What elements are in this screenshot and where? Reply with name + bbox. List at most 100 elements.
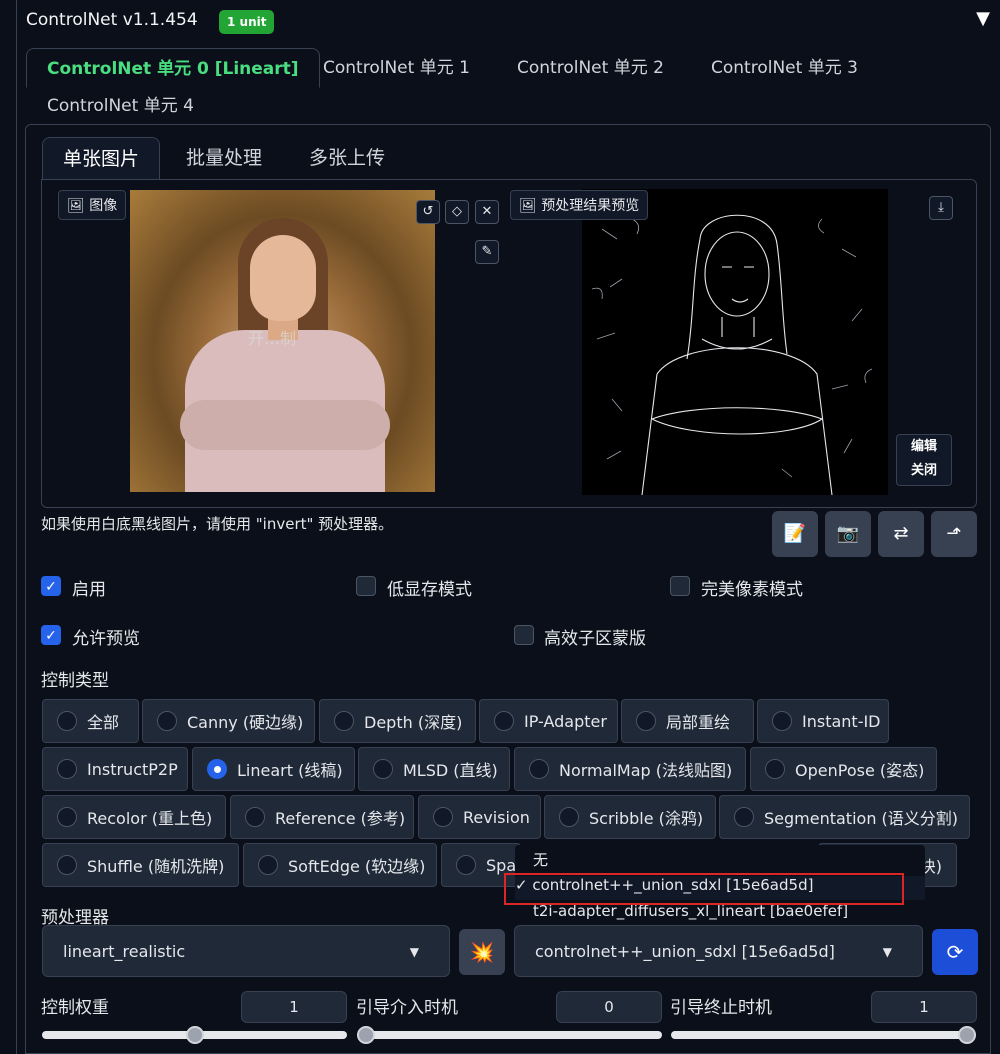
- end-slider-track[interactable]: [671, 1031, 976, 1039]
- unit-count-badge: 1 unit: [219, 10, 275, 34]
- preview-label: 🖼 预处理结果预览: [510, 190, 649, 220]
- radio-button[interactable]: [433, 807, 453, 827]
- notepad-icon[interactable]: 📝: [772, 511, 818, 557]
- radio-button[interactable]: [373, 759, 393, 779]
- pixel-perfect-label: 完美像素模式: [701, 580, 803, 600]
- control-type-depth[interactable]: Depth (深度): [319, 699, 476, 743]
- brush-icon[interactable]: ✎: [475, 240, 499, 264]
- radio-button[interactable]: [765, 759, 785, 779]
- lineart-drawing: [591, 214, 873, 495]
- control-type-scribble[interactable]: Scribble (涂鸦): [544, 795, 716, 839]
- radio-button[interactable]: [334, 711, 354, 731]
- end-label: 引导终止时机: [670, 998, 772, 1018]
- low-vram-label: 低显存模式: [387, 580, 472, 600]
- watermark-text: 开…制: [248, 329, 297, 348]
- allow-preview-label: 允许预览: [72, 629, 140, 649]
- control-type-revision[interactable]: Revision: [418, 795, 541, 839]
- control-type-canny[interactable]: Canny (硬边缘): [142, 699, 315, 743]
- control-type-recolor[interactable]: Recolor (重上色): [42, 795, 226, 839]
- control-type-inpaint[interactable]: 局部重绘: [621, 699, 754, 743]
- control-type-segmentation[interactable]: Segmentation (语义分割): [719, 795, 970, 839]
- model-select[interactable]: controlnet++_union_sdxl [15e6ad5d] ▼: [514, 925, 923, 977]
- enable-label: 启用: [72, 580, 106, 600]
- swap-icon[interactable]: ⇄: [878, 511, 924, 557]
- end-input[interactable]: 1: [871, 991, 977, 1023]
- download-icon[interactable]: ⤓: [929, 196, 953, 220]
- eraser-icon[interactable]: ◇: [445, 200, 469, 224]
- low-vram-checkbox[interactable]: [356, 576, 376, 596]
- radio-button[interactable]: [529, 759, 549, 779]
- accordion-header[interactable]: ControlNet v1.1.454 1 unit ▼: [16, 0, 1000, 42]
- tab-unit-1[interactable]: ControlNet 单元 1: [323, 48, 470, 88]
- control-type-normalmap[interactable]: NormalMap (法线贴图): [514, 747, 746, 791]
- send-dimensions-icon[interactable]: ⬏: [931, 511, 977, 557]
- tab-single-image[interactable]: 单张图片: [42, 137, 161, 179]
- preprocessor-select[interactable]: lineart_realistic ▼: [42, 925, 450, 977]
- image-icon: 🖼: [67, 198, 85, 214]
- control-type-ip-adapter[interactable]: IP-Adapter: [479, 699, 618, 743]
- control-type-label: 控制类型: [41, 671, 109, 691]
- close-icon[interactable]: ✕: [475, 200, 499, 224]
- radio-button[interactable]: [772, 711, 792, 731]
- control-type-openpose[interactable]: OpenPose (姿态): [750, 747, 937, 791]
- radio-button[interactable]: [734, 807, 754, 827]
- highlight-box: [504, 873, 904, 905]
- triangle-down-icon[interactable]: ▼: [976, 8, 990, 29]
- model-option-none[interactable]: 无: [533, 849, 548, 870]
- tab-multi-upload[interactable]: 多张上传: [309, 137, 385, 179]
- radio-button[interactable]: [456, 855, 476, 875]
- radio-button[interactable]: [559, 807, 579, 827]
- edit-close-badge[interactable]: 编辑 关闭: [896, 434, 952, 486]
- close-label[interactable]: 关闭: [897, 459, 951, 483]
- control-type-lineart[interactable]: Lineart (线稿): [192, 747, 355, 791]
- radio-button[interactable]: [57, 759, 77, 779]
- radio-button[interactable]: [57, 711, 77, 731]
- preprocessor-preview-image: [582, 189, 888, 495]
- efficient-mask-checkbox[interactable]: [514, 625, 534, 645]
- start-slider-thumb[interactable]: [357, 1026, 375, 1044]
- tab-unit-2[interactable]: ControlNet 单元 2: [517, 48, 664, 88]
- pixel-perfect-checkbox[interactable]: [670, 576, 690, 596]
- efficient-mask-label: 高效子区蒙版: [544, 629, 646, 649]
- control-type-reference[interactable]: Reference (参考): [230, 795, 414, 839]
- radio-button[interactable]: [157, 711, 177, 731]
- invert-hint: 如果使用白底黑线图片，请使用 "invert" 预处理器。: [41, 515, 394, 533]
- control-type-softedge[interactable]: SoftEdge (软边缘): [243, 843, 437, 887]
- start-label: 引导介入时机: [356, 998, 458, 1018]
- radio-button[interactable]: [57, 807, 77, 827]
- enable-checkbox[interactable]: ✓: [41, 576, 61, 596]
- end-slider-thumb[interactable]: [958, 1026, 976, 1044]
- panel-title: ControlNet v1.1.454: [26, 10, 198, 30]
- refresh-icon[interactable]: ⟳: [932, 929, 978, 975]
- control-type-all[interactable]: 全部: [42, 699, 139, 743]
- rotate-icon[interactable]: ↺: [416, 200, 440, 224]
- weight-label: 控制权重: [41, 998, 109, 1018]
- radio-button[interactable]: [57, 855, 77, 875]
- control-type-instant-id[interactable]: Instant-ID: [757, 699, 889, 743]
- tab-batch[interactable]: 批量处理: [186, 137, 262, 179]
- start-input[interactable]: 0: [556, 991, 662, 1023]
- radio-button-selected[interactable]: [207, 759, 227, 779]
- control-type-mlsd[interactable]: MLSD (直线): [358, 747, 510, 791]
- input-image-label: 🖼 图像: [58, 190, 127, 220]
- allow-preview-checkbox[interactable]: ✓: [41, 625, 61, 645]
- image-icon: 🖼: [519, 198, 537, 214]
- start-slider-track[interactable]: [357, 1031, 662, 1039]
- input-image[interactable]: 开…制: [130, 190, 435, 492]
- tab-unit-0[interactable]: ControlNet 单元 0 [Lineart]: [26, 48, 320, 88]
- dropdown-arrow-icon: ▼: [409, 945, 419, 959]
- edit-label[interactable]: 编辑: [897, 435, 951, 459]
- radio-button[interactable]: [494, 711, 514, 731]
- run-preprocessor-icon[interactable]: 💥: [459, 929, 505, 975]
- camera-icon[interactable]: 📷: [825, 511, 871, 557]
- weight-slider-thumb[interactable]: [185, 1026, 204, 1044]
- radio-button[interactable]: [245, 807, 265, 827]
- weight-input[interactable]: 1: [241, 991, 347, 1023]
- control-type-shuffle[interactable]: Shuffle (随机洗牌): [42, 843, 239, 887]
- radio-button[interactable]: [636, 711, 656, 731]
- tab-unit-4[interactable]: ControlNet 单元 4: [47, 86, 194, 126]
- dropdown-arrow-icon: ▼: [882, 945, 892, 959]
- control-type-instructp2p[interactable]: InstructP2P: [42, 747, 188, 791]
- radio-button[interactable]: [258, 855, 278, 875]
- tab-unit-3[interactable]: ControlNet 单元 3: [711, 48, 858, 88]
